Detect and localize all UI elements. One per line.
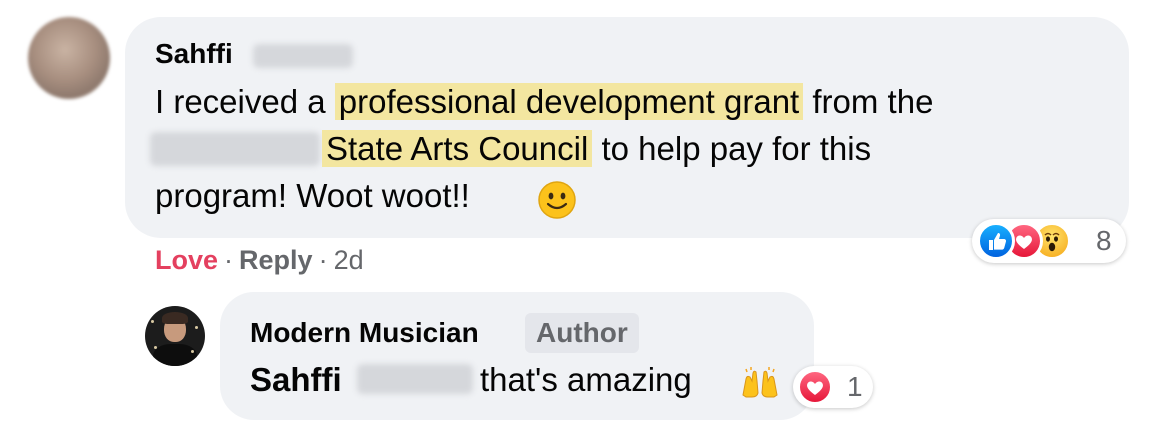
comment-line-2: State Arts Council to help pay for this	[322, 125, 871, 172]
author-avatar[interactable]	[145, 306, 205, 366]
separator-dot: ·	[224, 245, 234, 275]
highlighted-phrase-grant: professional development grant	[334, 83, 804, 120]
avatar-bokeh	[154, 346, 157, 349]
comment-author-name[interactable]: Sahffi	[155, 37, 233, 71]
separator-dot: ·	[318, 245, 328, 275]
comment-line-1: I received a professional development gr…	[155, 78, 933, 125]
slightly-smiling-face-icon	[538, 181, 576, 219]
avatar-bokeh	[151, 320, 154, 323]
redacted-surname	[253, 44, 353, 68]
comment-line-3: program! Woot woot!!	[155, 177, 470, 214]
reply-button[interactable]: Reply	[239, 245, 313, 275]
comment-reactions-summary[interactable]: 8	[972, 219, 1126, 263]
reply-author-name[interactable]: Modern Musician	[250, 316, 479, 350]
comment-line-1-after: from the	[803, 83, 934, 120]
author-badge: Author	[525, 313, 639, 353]
avatar-shirt	[153, 344, 197, 366]
comment-line-1-before: I received a	[155, 83, 335, 120]
comment-actions: Love · Reply · 2d	[155, 242, 364, 278]
like-icon	[977, 222, 1015, 260]
raising-hands-icon	[742, 367, 778, 398]
love-icon	[797, 369, 833, 405]
avatar-bokeh	[195, 326, 198, 329]
mention-link[interactable]: Sahffi	[250, 361, 342, 398]
avatar-bokeh	[191, 350, 194, 353]
comment-line-2-after: to help pay for this	[592, 130, 872, 167]
reply-text: that's amazing	[480, 361, 692, 398]
commenter-avatar[interactable]	[28, 17, 110, 99]
redacted-state-name	[150, 132, 320, 166]
love-button[interactable]: Love	[155, 245, 218, 275]
highlighted-phrase-council: State Arts Council	[322, 130, 593, 167]
comment-timestamp[interactable]: 2d	[334, 245, 364, 275]
reply-mention[interactable]: Sahffi	[250, 358, 342, 402]
reply-reactions-summary[interactable]: 1	[793, 366, 873, 408]
redacted-surname	[357, 364, 473, 394]
reaction-count: 1	[847, 371, 863, 402]
reaction-count: 8	[1096, 225, 1112, 256]
avatar-hair	[162, 312, 188, 324]
